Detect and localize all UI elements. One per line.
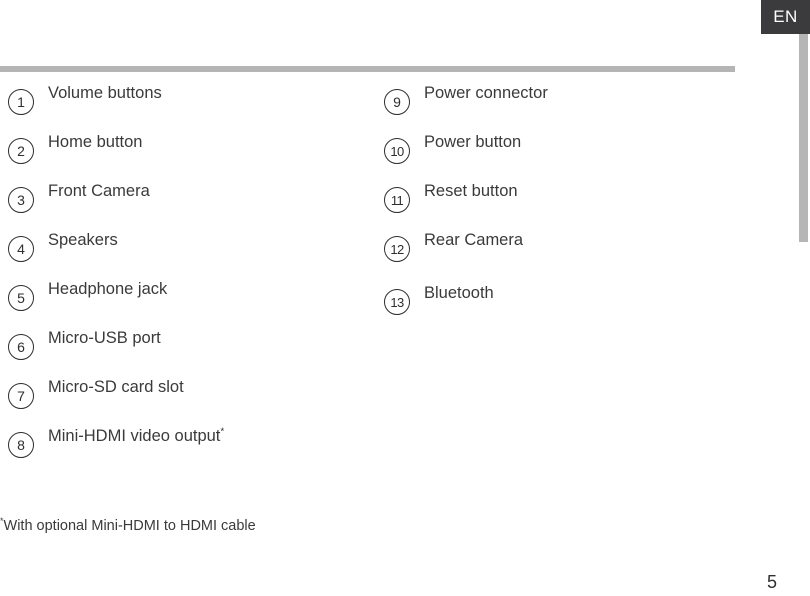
- legend-item-label: Mini-HDMI video output*: [48, 423, 224, 449]
- legend-item-8: 8 Mini-HDMI video output*: [8, 423, 368, 472]
- legend-item-9: 9 Power connector: [384, 80, 744, 129]
- number-badge-icon: 13: [384, 289, 410, 315]
- legend-item-10: 10 Power button: [384, 129, 744, 178]
- vertical-scrollbar-thumb[interactable]: [799, 34, 808, 242]
- footnote-text: With optional Mini-HDMI to HDMI cable: [3, 518, 256, 534]
- number-badge-icon: 11: [384, 187, 410, 213]
- language-badge: EN: [761, 0, 810, 34]
- legend-item-7: 7 Micro-SD card slot: [8, 374, 368, 423]
- legend-item-label: Reset button: [424, 182, 518, 200]
- legend-item-label: Bluetooth: [424, 284, 494, 302]
- number-badge-icon: 6: [8, 334, 34, 360]
- legend-item-label: Rear Camera: [424, 231, 524, 249]
- legend-item-11: 11 Reset button: [384, 178, 744, 227]
- page-number: 5: [766, 572, 777, 592]
- legend-column-left: 1 Volume buttons 2 Home button 3 Front C…: [8, 80, 368, 472]
- number-badge-icon: 3: [8, 187, 34, 213]
- legend-item-label: Speakers: [48, 231, 118, 249]
- number-badge-icon: 4: [8, 236, 34, 262]
- footnote: *With optional Mini-HDMI to HDMI cable: [0, 516, 256, 536]
- legend-column-right: 9 Power connector 10 Power button 11 Res…: [384, 80, 744, 333]
- number-badge-icon: 7: [8, 383, 34, 409]
- number-badge-icon: 12: [384, 236, 410, 262]
- number-badge-icon: 5: [8, 285, 34, 311]
- legend-item-12: 12 Rear Camera: [384, 227, 744, 280]
- legend-item-label: Power connector: [424, 84, 548, 102]
- legend-item-label: Power button: [424, 133, 522, 151]
- legend-item-label: Front Camera: [48, 182, 150, 200]
- legend-item-3: 3 Front Camera: [8, 178, 368, 227]
- legend-item-6: 6 Micro-USB port: [8, 325, 368, 374]
- legend-item-4: 4 Speakers: [8, 227, 368, 276]
- legend-item-label: Micro-USB port: [48, 329, 161, 347]
- number-badge-icon: 2: [8, 138, 34, 164]
- legend-item-label: Headphone jack: [48, 280, 168, 298]
- legend-item-label: Home button: [48, 133, 143, 151]
- legend-item-label: Micro-SD card slot: [48, 378, 184, 396]
- legend-item-label-text: Mini-HDMI video output: [48, 427, 221, 445]
- number-badge-icon: 9: [384, 89, 410, 115]
- number-badge-icon: 1: [8, 89, 34, 115]
- footnote-marker: *: [220, 426, 225, 438]
- language-badge-label: EN: [773, 7, 798, 26]
- legend-item-5: 5 Headphone jack: [8, 276, 368, 325]
- legend-item-13: 13 Bluetooth: [384, 280, 744, 333]
- number-badge-icon: 8: [8, 432, 34, 458]
- header-divider-rule: [0, 66, 735, 72]
- legend-item-2: 2 Home button: [8, 129, 368, 178]
- legend-item-1: 1 Volume buttons: [8, 80, 368, 129]
- number-badge-icon: 10: [384, 138, 410, 164]
- legend-item-label: Volume buttons: [48, 84, 162, 102]
- vertical-scrollbar-track[interactable]: [796, 34, 810, 596]
- document-page: 1 Volume buttons 2 Home button 3 Front C…: [0, 0, 796, 596]
